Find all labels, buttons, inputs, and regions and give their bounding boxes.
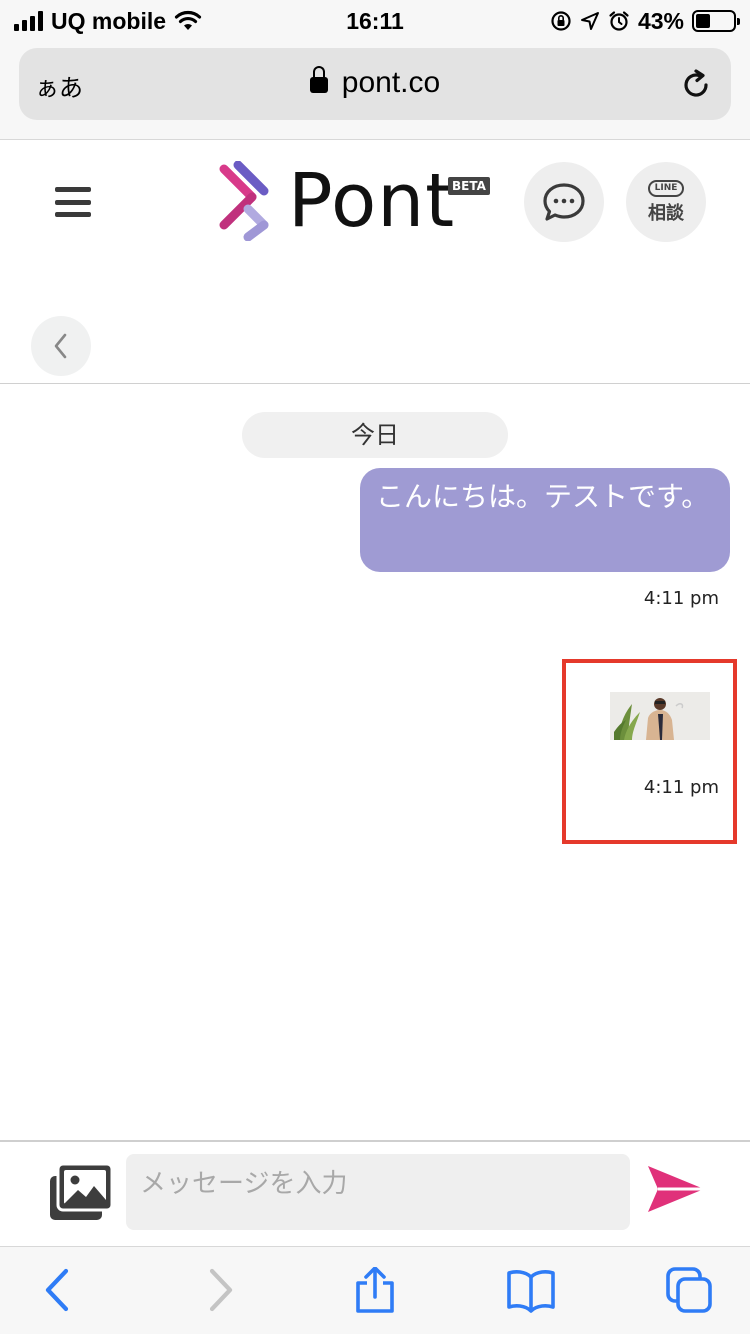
- pont-logo-mark: [219, 161, 269, 241]
- divider: [0, 383, 750, 384]
- highlight-box: [562, 659, 737, 844]
- url-text: pont.co: [341, 66, 441, 99]
- location-icon: [580, 12, 599, 30]
- chat-bubble-icon: [543, 183, 585, 221]
- date-separator: 今日: [242, 412, 508, 458]
- browser-address-area: ぁあ pont.co: [0, 44, 750, 140]
- line-consult-label: 相談: [648, 202, 684, 224]
- address-bar[interactable]: ぁあ pont.co: [19, 48, 731, 120]
- send-icon[interactable]: [646, 1164, 706, 1214]
- back-button[interactable]: [31, 316, 91, 376]
- battery-percent: 43%: [637, 7, 684, 34]
- message-bubble[interactable]: こんにちは。テストです。: [360, 468, 730, 572]
- bookmarks-icon[interactable]: [506, 1267, 556, 1313]
- back-icon[interactable]: [34, 1267, 84, 1313]
- alarm-icon: [609, 11, 629, 31]
- forward-icon[interactable]: [194, 1267, 244, 1313]
- line-icon: LINE: [647, 179, 685, 197]
- image-thumbnail: [610, 692, 710, 740]
- battery-icon: [692, 10, 740, 32]
- site-header: Pont BETA LINE 相談: [0, 141, 750, 261]
- message-composer: [0, 1140, 750, 1246]
- reload-icon[interactable]: [679, 68, 713, 102]
- logo-text: Pont: [288, 158, 456, 244]
- browser-toolbar: [0, 1246, 750, 1334]
- image-attachment[interactable]: [610, 692, 710, 740]
- menu-icon[interactable]: [55, 187, 91, 217]
- url-display[interactable]: pont.co: [19, 66, 731, 100]
- tabs-icon[interactable]: [664, 1267, 714, 1313]
- message-time: 4:11 pm: [643, 777, 719, 798]
- line-consult-button[interactable]: LINE 相談: [626, 162, 706, 242]
- message-input[interactable]: [126, 1154, 630, 1230]
- beta-badge: BETA: [448, 177, 490, 195]
- orientation-lock-icon: [551, 11, 571, 31]
- lock-icon: [309, 66, 328, 93]
- chat-button[interactable]: [524, 162, 604, 242]
- status-bar: UQ mobile 16:11 43%: [0, 0, 750, 44]
- share-icon[interactable]: [350, 1267, 400, 1313]
- chevron-left-icon: [54, 333, 67, 359]
- gallery-icon[interactable]: [48, 1162, 114, 1224]
- pont-logo[interactable]: Pont BETA: [212, 158, 490, 244]
- status-right: 43%: [550, 7, 740, 34]
- message-time: 4:11 pm: [643, 588, 719, 609]
